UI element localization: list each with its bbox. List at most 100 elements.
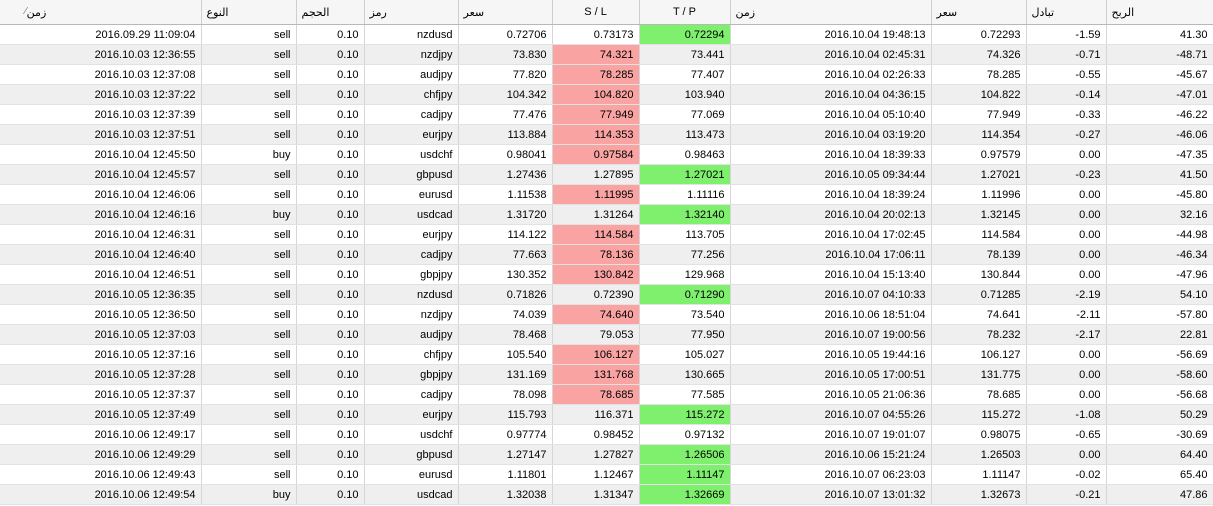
cell-symbol: audjpy [364,324,459,345]
table-row[interactable]: 2016.10.04 12:45:57 sell 0.10 gbpusd 1.27436… [0,164,1213,185]
cell-close-time: 2016.10.04 02:45:31 [730,44,932,65]
col-header-tp[interactable]: T / P [639,0,731,25]
cell-tp: 1.27021 [639,164,731,185]
cell-volume: 0.10 [296,64,365,85]
cell-sl: 77.949 [552,104,640,125]
cell-open-time: 2016.10.03 12:37:39 [0,104,202,125]
cell-tp: 77.950 [639,324,731,345]
table-row[interactable]: 2016.10.05 12:37:37 sell 0.10 cadjpy 78.098 7… [0,384,1213,405]
cell-profit: 32.16 [1106,204,1213,225]
cell-type: buy [201,204,297,225]
cell-close-price: 1.26503 [931,444,1027,465]
cell-profit: 50.29 [1106,404,1213,425]
cell-type: sell [201,84,297,105]
table-row[interactable]: 2016.10.06 12:49:54 buy 0.10 usdcad 1.32038 1… [0,484,1213,505]
cell-sl: 106.127 [552,344,640,365]
cell-tp: 73.540 [639,304,731,325]
table-row[interactable]: 2016.10.05 12:36:35 sell 0.10 nzdusd 0.71826… [0,284,1213,305]
col-header-volume[interactable]: الحجم [296,0,365,25]
cell-open-time: 2016.10.04 12:46:16 [0,204,202,225]
table-row[interactable]: 2016.10.04 12:46:40 sell 0.10 cadjpy 77.663 7… [0,244,1213,265]
cell-tp: 0.97132 [639,424,731,445]
cell-sl: 74.640 [552,304,640,325]
table-row[interactable]: 2016.10.05 12:37:03 sell 0.10 audjpy 78.468 7… [0,324,1213,345]
cell-close-price: 0.72293 [931,24,1027,45]
col-header-close-time[interactable]: زمن [730,0,932,25]
cell-tp: 77.585 [639,384,731,405]
cell-profit: 64.40 [1106,444,1213,465]
col-header-profit[interactable]: الربح [1106,0,1213,25]
table-row[interactable]: 2016.10.04 12:45:50 buy 0.10 usdchf 0.98041 0… [0,144,1213,165]
cell-type: sell [201,184,297,205]
cell-swap: -0.21 [1026,484,1107,505]
cell-profit: -45.67 [1106,64,1213,85]
cell-tp: 129.968 [639,264,731,285]
col-header-symbol[interactable]: رمز [364,0,459,25]
table-row[interactable]: 2016.10.05 12:36:50 sell 0.10 nzdjpy 74.039 7… [0,304,1213,325]
cell-open-price: 1.27436 [458,164,553,185]
cell-close-time: 2016.10.07 19:01:07 [730,424,932,445]
cell-symbol: chfjpy [364,344,459,365]
table-row[interactable]: 2016.10.06 12:49:43 sell 0.10 eurusd 1.11801… [0,464,1213,485]
cell-close-price: 78.285 [931,64,1027,85]
cell-sl: 131.768 [552,364,640,385]
cell-volume: 0.10 [296,84,365,105]
cell-open-time: 2016.10.04 12:45:57 [0,164,202,185]
table-row[interactable]: 2016.10.05 12:37:28 sell 0.10 gbpjpy 131.169… [0,364,1213,385]
cell-symbol: nzdusd [364,24,459,45]
cell-close-time: 2016.10.07 19:00:56 [730,324,932,345]
table-row[interactable]: 2016.10.06 12:49:29 sell 0.10 gbpusd 1.27147… [0,444,1213,465]
col-header-open-time[interactable]: ⁄ زمن [0,0,202,25]
table-row[interactable]: 2016.10.03 12:37:39 sell 0.10 cadjpy 77.476 7… [0,104,1213,125]
table-row[interactable]: 2016.10.04 12:46:16 buy 0.10 usdcad 1.31720 1… [0,204,1213,225]
cell-tp: 77.256 [639,244,731,265]
cell-volume: 0.10 [296,304,365,325]
cell-sl: 130.842 [552,264,640,285]
cell-volume: 0.10 [296,424,365,445]
cell-open-price: 114.122 [458,224,553,245]
cell-open-price: 77.476 [458,104,553,125]
cell-volume: 0.10 [296,184,365,205]
table-row[interactable]: 2016.09.29 11:09:04 sell 0.10 nzdusd 0.72706… [0,24,1213,45]
cell-close-price: 78.685 [931,384,1027,405]
table-row[interactable]: 2016.10.03 12:37:22 sell 0.10 chfjpy 104.342… [0,84,1213,105]
cell-symbol: gbpjpy [364,364,459,385]
cell-symbol: eurusd [364,464,459,485]
table-row[interactable]: 2016.10.03 12:37:08 sell 0.10 audjpy 77.820 7… [0,64,1213,85]
cell-sl: 0.97584 [552,144,640,165]
cell-swap: 0.00 [1026,344,1107,365]
cell-profit: -48.71 [1106,44,1213,65]
cell-open-time: 2016.09.29 11:09:04 [0,24,202,45]
cell-close-time: 2016.10.07 04:55:26 [730,404,932,425]
cell-open-time: 2016.10.05 12:37:49 [0,404,202,425]
cell-open-time: 2016.10.06 12:49:43 [0,464,202,485]
cell-open-price: 1.31720 [458,204,553,225]
cell-swap: -2.11 [1026,304,1107,325]
table-row[interactable]: 2016.10.04 12:46:06 sell 0.10 eurusd 1.11538… [0,184,1213,205]
table-row[interactable]: 2016.10.04 12:46:51 sell 0.10 gbpjpy 130.352… [0,264,1213,285]
cell-volume: 0.10 [296,324,365,345]
cell-open-time: 2016.10.04 12:45:50 [0,144,202,165]
cell-tp: 115.272 [639,404,731,425]
col-header-open-price[interactable]: سعر [458,0,553,25]
table-row[interactable]: 2016.10.03 12:36:55 sell 0.10 nzdjpy 73.830 7… [0,44,1213,65]
col-header-swap[interactable]: تبادل [1026,0,1107,25]
cell-swap: -1.59 [1026,24,1107,45]
table-row[interactable]: 2016.10.06 12:49:17 sell 0.10 usdchf 0.97774… [0,424,1213,445]
cell-open-time: 2016.10.05 12:36:50 [0,304,202,325]
cell-open-price: 78.468 [458,324,553,345]
cell-close-price: 1.11996 [931,184,1027,205]
cell-symbol: cadjpy [364,384,459,405]
table-row[interactable]: 2016.10.05 12:37:16 sell 0.10 chfjpy 105.540… [0,344,1213,365]
cell-open-time: 2016.10.05 12:37:37 [0,384,202,405]
col-header-sl[interactable]: S / L [552,0,640,25]
col-header-close-price[interactable]: سعر [931,0,1027,25]
cell-open-price: 1.11801 [458,464,553,485]
cell-volume: 0.10 [296,164,365,185]
table-row[interactable]: 2016.10.05 12:37:49 sell 0.10 eurjpy 115.793… [0,404,1213,425]
table-row[interactable]: 2016.10.04 12:46:31 sell 0.10 eurjpy 114.122… [0,224,1213,245]
table-row[interactable]: 2016.10.03 12:37:51 sell 0.10 eurjpy 113.884… [0,124,1213,145]
cell-open-price: 77.820 [458,64,553,85]
cell-close-price: 106.127 [931,344,1027,365]
col-header-type[interactable]: النوع [201,0,297,25]
